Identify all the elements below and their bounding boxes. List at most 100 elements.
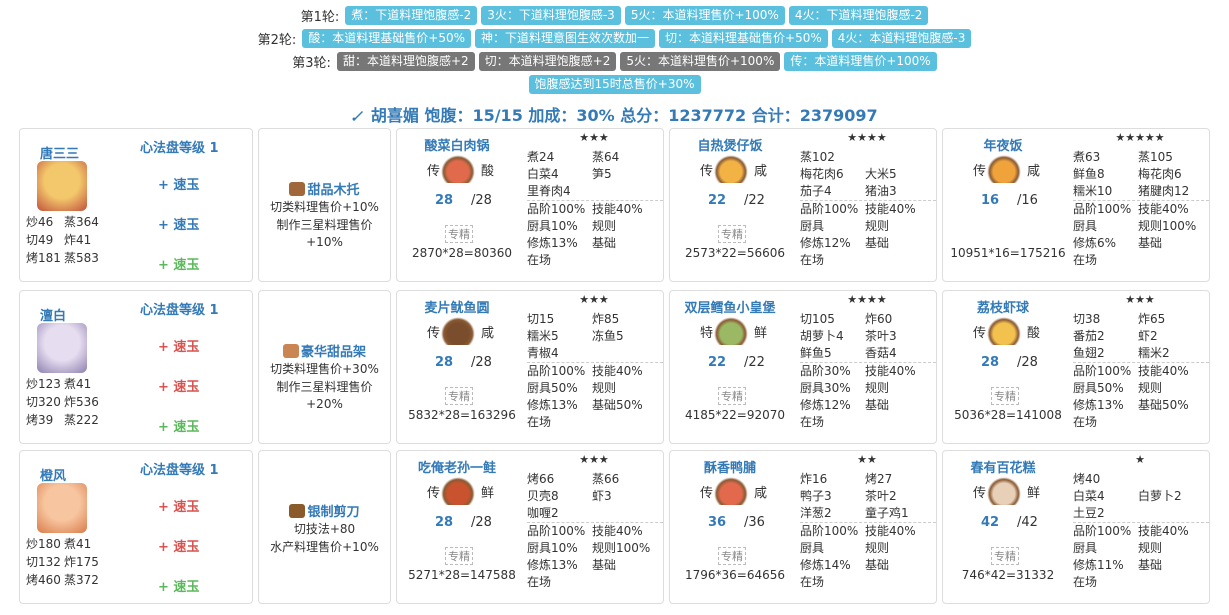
- yu-slot[interactable]: + 速玉: [158, 496, 199, 515]
- dish-name[interactable]: 吃俺老孙一鲑: [397, 457, 517, 476]
- equip-name-wrap[interactable]: 银制剪刀: [259, 501, 390, 520]
- round-label: 第1轮:: [300, 10, 340, 25]
- knife-icon: [352, 111, 364, 121]
- equip-card[interactable]: 甜品木托 切类料理售价+10% 制作三星料理售价+10%: [258, 128, 391, 282]
- yu-slot[interactable]: + 速玉: [158, 336, 199, 355]
- dish-card[interactable]: 自热煲仔饭 ★★★★ 传 咸 22 /22 专精 2573*22=56606 蒸10…: [669, 128, 937, 282]
- chef-card[interactable]: 澶白 炒123 煮41 切320 炸536 烤39 蒸222 心法盘等级 1 + 速玉 +…: [19, 290, 253, 444]
- dish-qty[interactable]: 28: [981, 355, 999, 370]
- bonus-attr: 品阶100%: [1073, 364, 1132, 378]
- ingredient: 茶叶2: [865, 489, 897, 503]
- yu-slot[interactable]: + 速玉: [158, 174, 199, 193]
- dish-name[interactable]: 酥香鸭脯: [670, 457, 790, 476]
- dish-attributes: 煮24 蒸64 白菜4 笋5 里脊肉4 品阶100% 技能40% 厨具10% 规则 修炼13% 基础…: [527, 149, 663, 269]
- equip-card[interactable]: 银制剪刀 切技法+80 水产料理售价+10%: [258, 450, 391, 604]
- yu-slot[interactable]: + 速玉: [158, 376, 199, 395]
- bonus-attr: 规则100%: [1138, 219, 1197, 233]
- dish-card[interactable]: 酸菜白肉锅 ★★★ 传 酸 28 /28 专精 2870*28=80360 煮24 蒸…: [396, 128, 664, 282]
- xinfa-level[interactable]: 心法盘等级 1: [140, 459, 219, 478]
- xinfa-level[interactable]: 心法盘等级 1: [140, 299, 219, 318]
- equip-effect: 切类料理售价+10%: [270, 200, 379, 214]
- ingredient: 贝壳8: [527, 489, 559, 503]
- yu-slot[interactable]: + 速玉: [158, 416, 199, 435]
- ingredient: 糯米5: [527, 329, 559, 343]
- dish-taste: 咸: [481, 326, 495, 341]
- dish-image: [714, 477, 748, 505]
- dish-source: 传: [427, 486, 441, 501]
- dish-card[interactable]: 麦片鱿鱼圆 ★★★ 传 咸 28 /28 专精 5832*28=163296 切15…: [396, 290, 664, 444]
- bonus-attr: 技能40%: [592, 364, 643, 378]
- bonus-attr: 品阶100%: [800, 202, 859, 216]
- dish-name[interactable]: 麦片鱿鱼圆: [397, 297, 517, 316]
- dish-card[interactable]: 酥香鸭脯 ★★ 传 咸 36 /36 专精 1796*36=64656 炸16 烤27…: [669, 450, 937, 604]
- ingredient: 煮63: [1073, 150, 1101, 164]
- dish-total: 5036*28=141008: [954, 408, 1062, 422]
- dish-total: 5271*28=147588: [408, 568, 516, 582]
- dish-total: 746*42=31332: [961, 568, 1055, 582]
- chef-card[interactable]: 橙风 炒180 煮41 切132 炸175 烤460 蒸372 心法盘等级 1 + 速玉…: [19, 450, 253, 604]
- dish-card[interactable]: 双层鳕鱼小皇堡 ★★★★ 特 鲜 22 /22 专精 4185*22=92070 切…: [669, 290, 937, 444]
- equip-name: 豪华甜品架: [300, 345, 366, 360]
- chef-card[interactable]: 唐三三 炒46 蒸364 切49 炸41 烤181 蒸583 心法盘等级 1 + 速玉 +…: [19, 128, 253, 282]
- dish-qty[interactable]: 42: [981, 515, 999, 530]
- dish-name[interactable]: 荔枝虾球: [943, 297, 1063, 316]
- bonus-attr: 技能40%: [592, 524, 643, 538]
- dish-card[interactable]: 年夜饭 ★★★★★ 传 咸 16 /16 10951*16=175216 煮63 蒸…: [942, 128, 1210, 282]
- equip-effect: 水产料理售价+10%: [270, 540, 379, 554]
- ingredient: 咖喱2: [527, 506, 559, 520]
- yu-slot[interactable]: + 速玉: [158, 254, 199, 273]
- equip-name-wrap[interactable]: 豪华甜品架: [259, 341, 390, 360]
- ingredient: 炸85: [592, 312, 620, 326]
- chef-stat: 烤181: [26, 251, 61, 265]
- bonus-attr: 修炼14%: [800, 558, 851, 572]
- dish-qty[interactable]: 28: [435, 515, 453, 530]
- dish-source: 特: [700, 326, 714, 341]
- round-row-1: 第1轮: 煮：下道料理饱腹感-2 3火：下道料理饱腹感-3 5火：本道料理售价+…: [0, 4, 1229, 27]
- dish-qty[interactable]: 28: [435, 193, 453, 208]
- dish-name[interactable]: 春有百花糕: [943, 457, 1063, 476]
- round-tag: 神：下道料理意图生效次数加一: [475, 29, 656, 48]
- dish-card[interactable]: 荔枝虾球 ★★★ 传 酸 28 /28 专精 5036*28=141008 切38 炸…: [942, 290, 1210, 444]
- chef-avatar[interactable]: [37, 483, 87, 533]
- chef-stat: 烤39: [26, 413, 54, 427]
- dish-qty[interactable]: 16: [981, 193, 999, 208]
- bonus-attr: 厨具: [800, 219, 825, 233]
- dish-max: /28: [471, 355, 492, 370]
- dish-qty[interactable]: 36: [708, 515, 726, 530]
- dish-name[interactable]: 年夜饭: [943, 135, 1063, 154]
- dish-attributes: 切38 炸65 番茄2 虾2 鱼翅2 糯米2 品阶100% 技能40% 厨具50% 规则 修炼13%…: [1073, 311, 1209, 431]
- chef-avatar[interactable]: [37, 161, 87, 211]
- equip-name-wrap[interactable]: 甜品木托: [259, 179, 390, 198]
- yu-slot[interactable]: + 速玉: [158, 576, 199, 595]
- yu-slot[interactable]: + 速玉: [158, 536, 199, 555]
- bonus-attr: 修炼13%: [527, 236, 578, 250]
- bonus-attr: 厨具10%: [527, 219, 578, 233]
- chef-avatar[interactable]: [37, 323, 87, 373]
- dish-card[interactable]: 吃俺老孙一鲑 ★★★ 传 鲜 28 /28 专精 5271*28=147588 烤6…: [396, 450, 664, 604]
- dish-qty[interactable]: 22: [708, 193, 726, 208]
- dish-note: 专精: [718, 387, 746, 405]
- dish-name[interactable]: 自热煲仔饭: [670, 135, 790, 154]
- xinfa-level[interactable]: 心法盘等级 1: [140, 137, 219, 156]
- ingredient: 煮24: [527, 150, 555, 164]
- dish-total: 10951*16=175216: [950, 246, 1066, 260]
- chef-name[interactable]: 唐三三: [40, 143, 79, 162]
- bonus-attr: 厨具30%: [800, 381, 851, 395]
- dish-card[interactable]: 春有百花糕 ★ 传 鲜 42 /42 专精 746*42=31332 烤40 白菜4 白…: [942, 450, 1210, 604]
- dish-attributes: 切15 炸85 糯米5 冻鱼5 青椒4 品阶100% 技能40% 厨具50% 规则 修炼13% 基础…: [527, 311, 663, 431]
- bonus-attr: 修炼13%: [527, 558, 578, 572]
- round-tag: 切：本道料理饱腹感+2: [478, 52, 617, 71]
- equip-card[interactable]: 豪华甜品架 切类料理售价+30% 制作三星料理售价+20%: [258, 290, 391, 444]
- chef-stats: 炒180 煮41 切132 炸175 烤460 蒸372: [26, 535, 102, 589]
- round-tag: 5火：本道料理售价+100%: [624, 6, 785, 25]
- ingredient: 蒸64: [592, 150, 620, 164]
- dish-qty[interactable]: 22: [708, 355, 726, 370]
- chef-name[interactable]: 澶白: [40, 305, 66, 324]
- dish-name[interactable]: 双层鳕鱼小皇堡: [670, 297, 790, 316]
- bonus-attr: 修炼12%: [800, 398, 851, 412]
- chef-name[interactable]: 橙风: [40, 465, 66, 484]
- dish-qty[interactable]: 28: [435, 355, 453, 370]
- yu-slot[interactable]: + 速玉: [158, 214, 199, 233]
- ingredient: 洋葱2: [800, 506, 832, 520]
- dish-name[interactable]: 酸菜白肉锅: [397, 135, 517, 154]
